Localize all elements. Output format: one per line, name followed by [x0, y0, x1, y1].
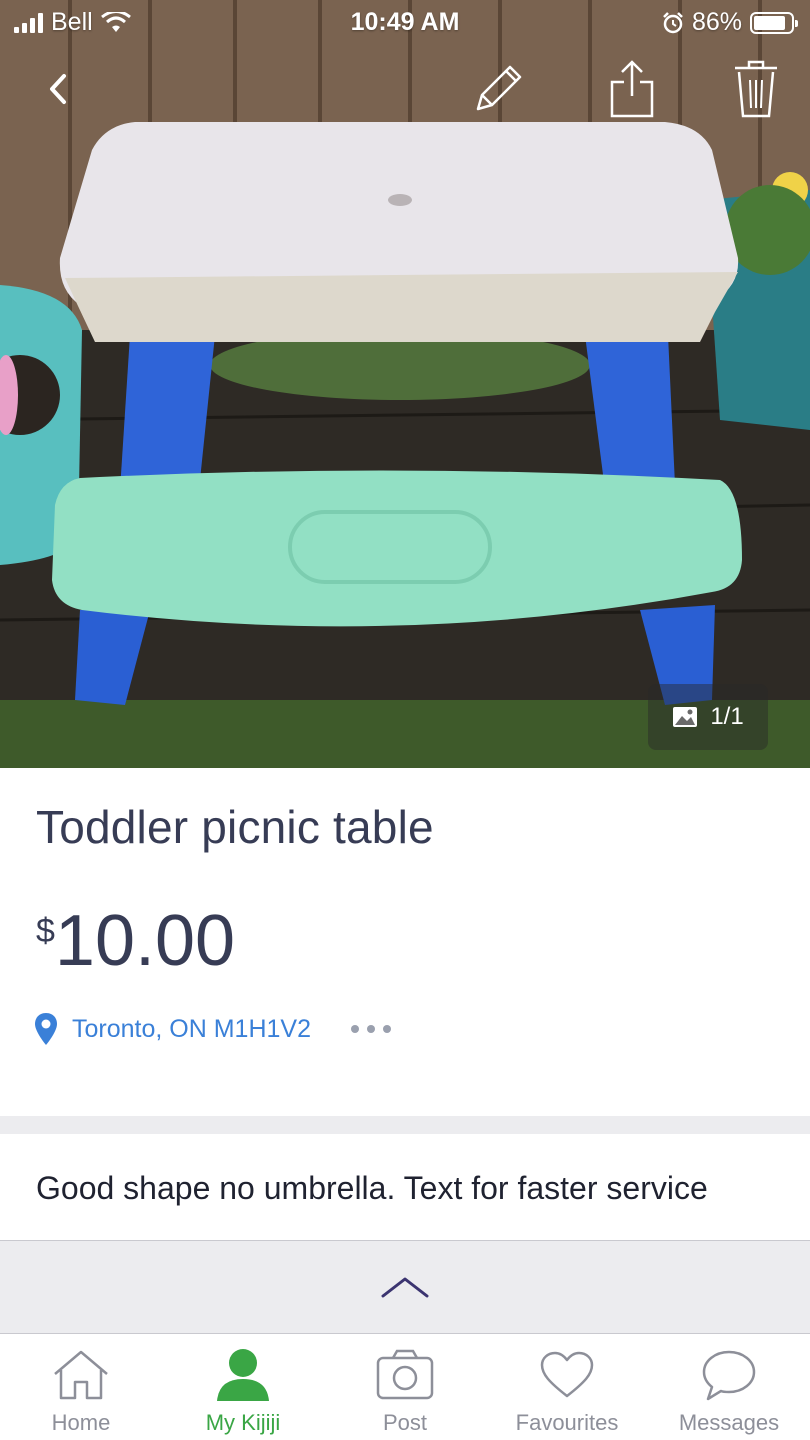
photo-counter-text: 1/1	[710, 703, 744, 730]
tab-post-label: Post	[382, 1410, 428, 1435]
tab-favourites-label: Favourites	[515, 1410, 619, 1435]
listing-price: $10.00	[36, 900, 235, 982]
status-bar: Bell 10:49 AM 86%	[0, 0, 810, 44]
tab-favourites[interactable]: Favourites	[486, 1334, 648, 1440]
tab-home-label: Home	[51, 1410, 111, 1435]
price-currency: $	[36, 912, 55, 950]
heart-icon	[540, 1351, 594, 1398]
share-button[interactable]	[602, 58, 662, 120]
alarm-icon	[663, 11, 683, 33]
location-text[interactable]: Toronto, ON M1H1V2	[72, 1015, 311, 1044]
profile-icon	[217, 1349, 269, 1401]
trash-icon	[735, 60, 777, 118]
tab-home[interactable]: Home	[0, 1334, 162, 1440]
edit-icon	[476, 65, 522, 111]
listing-location[interactable]: Toronto, ON M1H1V2	[34, 1012, 391, 1046]
listing-description: Good shape no umbrella. Text for faster …	[36, 1170, 708, 1206]
photo-counter: 1/1	[648, 684, 768, 750]
battery-percent: 86%	[691, 8, 742, 36]
image-icon	[673, 707, 698, 727]
edit-button[interactable]	[468, 58, 528, 120]
tab-messages-label: Messages	[678, 1410, 780, 1435]
tab-messages[interactable]: Messages	[648, 1334, 810, 1440]
back-icon	[50, 74, 66, 104]
delete-button[interactable]	[726, 58, 786, 120]
chat-icon	[702, 1350, 756, 1401]
picnic-table-image	[0, 0, 810, 768]
back-button[interactable]	[28, 58, 88, 120]
section-divider	[0, 1116, 810, 1134]
listing-title: Toddler picnic table	[36, 801, 434, 853]
more-options-icon[interactable]	[351, 1025, 391, 1033]
map-pin-icon	[35, 1013, 57, 1045]
bottom-tab-bar: Home My Kijiji Post Favourites Messages	[0, 1334, 810, 1440]
listing-photo[interactable]: Bell 10:49 AM 86% 1/1	[0, 0, 810, 768]
chevron-up-icon	[381, 1277, 429, 1298]
share-icon	[610, 60, 654, 118]
camera-icon	[376, 1349, 434, 1400]
expand-details-button[interactable]	[0, 1240, 810, 1334]
tab-post[interactable]: Post	[324, 1334, 486, 1440]
price-amount: 10.00	[54, 901, 236, 981]
tab-my-kijiji[interactable]: My Kijiji	[162, 1334, 324, 1440]
tab-my-kijiji-label: My Kijiji	[205, 1410, 281, 1435]
battery-icon	[750, 11, 798, 34]
home-icon	[54, 1350, 108, 1400]
